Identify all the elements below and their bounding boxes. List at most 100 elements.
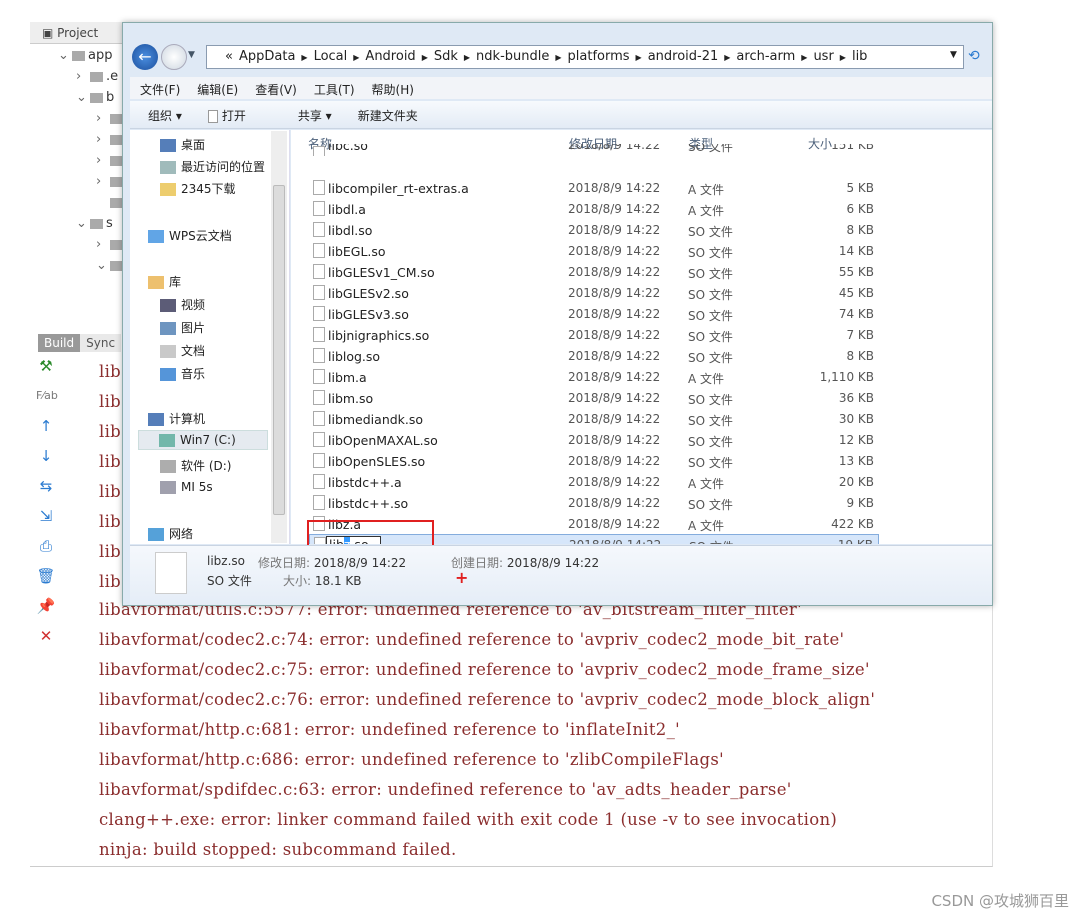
trash-icon[interactable]: 🗑 <box>36 566 56 586</box>
menu-edit[interactable]: 编辑(E) <box>197 83 238 97</box>
menu-view[interactable]: 查看(V) <box>255 83 297 97</box>
chevron-icon[interactable]: ⌄ <box>76 90 90 105</box>
breadcrumb-item[interactable]: « <box>225 49 233 64</box>
nav-item[interactable]: 图片 <box>160 319 205 336</box>
new-folder-button[interactable]: 新建文件夹 <box>358 109 418 123</box>
breadcrumb-item[interactable]: usr <box>813 49 833 64</box>
breadcrumb-item[interactable]: android-21 <box>648 49 719 64</box>
format-icon[interactable]: F⁄ab <box>36 386 58 406</box>
back-button[interactable]: ← <box>132 44 158 70</box>
file-row[interactable]: libEGL.so 2018/8/9 14:22 SO 文件 14 KB <box>309 241 879 261</box>
breadcrumb-item[interactable]: arch-arm <box>736 49 795 64</box>
nav-item[interactable]: 音乐 <box>160 365 205 382</box>
breadcrumb-arrow-icon[interactable]: ▶ <box>801 53 807 62</box>
chevron-icon[interactable]: › <box>96 111 110 126</box>
breadcrumb-item[interactable]: ndk-bundle <box>476 49 549 64</box>
breadcrumb-arrow-icon[interactable]: ▶ <box>301 53 307 62</box>
breadcrumb-arrow-icon[interactable]: ▶ <box>464 53 470 62</box>
chevron-icon[interactable]: › <box>96 174 110 189</box>
file-row[interactable]: libGLESv2.so 2018/8/9 14:22 SO 文件 45 KB <box>309 283 879 303</box>
computer-icon <box>148 413 164 426</box>
breadcrumb-item[interactable]: platforms <box>568 49 630 64</box>
nav-item[interactable]: 最近访问的位置 <box>160 158 265 175</box>
chevron-icon[interactable]: ⌄ <box>96 258 110 273</box>
menu-tools[interactable]: 工具(T) <box>314 83 355 97</box>
share-button[interactable]: 共享 ▾ <box>298 109 332 123</box>
wrap-icon[interactable]: ⇆ <box>36 476 56 496</box>
breadcrumb-item[interactable]: AppData <box>239 49 295 64</box>
tab-sync[interactable]: Sync <box>80 334 122 352</box>
chevron-icon[interactable]: › <box>96 153 110 168</box>
pin-icon[interactable]: 📌 <box>36 596 56 616</box>
address-bar[interactable]: « AppData ▶ Local ▶ Android ▶ Sdk ▶ ndk-bundle ▶ pl… <box>206 45 964 69</box>
project-tab[interactable]: ▣ Project <box>30 22 125 44</box>
address-dropdown-icon[interactable]: ▼ <box>950 50 957 60</box>
file-row[interactable]: libm.so 2018/8/9 14:22 SO 文件 36 KB <box>309 388 879 408</box>
arrow-up-icon[interactable]: ↑ <box>36 416 56 436</box>
chevron-icon[interactable]: › <box>76 69 90 84</box>
tree-item[interactable]: ⌄ b <box>76 90 114 105</box>
cursor-crosshair-icon: + <box>455 568 469 587</box>
file-row[interactable]: libjnigraphics.so 2018/8/9 14:22 SO 文件 7 KB <box>309 325 879 345</box>
menu-file[interactable]: 文件(F) <box>140 83 180 97</box>
print-icon[interactable]: ⎙ <box>36 536 56 556</box>
breadcrumb-item[interactable]: Local <box>314 49 348 64</box>
file-row[interactable]: libmediandk.so 2018/8/9 14:22 SO 文件 30 KB <box>309 409 879 429</box>
breadcrumb-arrow-icon[interactable]: ▶ <box>724 53 730 62</box>
forward-button[interactable] <box>161 44 187 70</box>
file-row[interactable]: libdl.a 2018/8/9 14:22 A 文件 6 KB <box>309 199 879 219</box>
refresh-icon[interactable]: ⟲ <box>968 48 980 64</box>
export-icon[interactable]: ⇲ <box>36 506 56 526</box>
chevron-icon[interactable]: ⌄ <box>58 48 72 63</box>
file-row[interactable]: libc.so 2018/8/9 14:22 SO 文件 151 KB <box>309 144 879 156</box>
breadcrumb-item[interactable]: Sdk <box>434 49 458 64</box>
organize-button[interactable]: 组织 ▾ <box>148 109 182 123</box>
file-row[interactable]: libGLESv1_CM.so 2018/8/9 14:22 SO 文件 55 KB <box>309 262 879 282</box>
tree-item[interactable]: ⌄ s <box>76 216 113 231</box>
file-row[interactable]: libcompiler_rt-extras.a 2018/8/9 14:22 A 文… <box>309 178 879 198</box>
nav-item[interactable]: WPS云文档 <box>148 227 232 244</box>
nav-item[interactable]: 桌面 <box>160 136 205 153</box>
arrow-down-icon[interactable]: ↓ <box>36 446 56 466</box>
console-line: lib <box>99 482 122 501</box>
tab-build[interactable]: Build <box>38 334 81 352</box>
breadcrumb-arrow-icon[interactable]: ▶ <box>422 53 428 62</box>
tree-item[interactable]: ⌄ app <box>58 48 112 63</box>
chevron-icon[interactable]: › <box>96 132 110 147</box>
menu-help[interactable]: 帮助(H) <box>372 83 414 97</box>
nav-item[interactable]: 库 <box>148 273 181 290</box>
nav-scrollbar-thumb[interactable] <box>273 185 285 515</box>
nav-item[interactable]: 计算机 <box>148 410 205 427</box>
open-button[interactable]: 打开 <box>207 109 272 123</box>
file-row[interactable]: libdl.so 2018/8/9 14:22 SO 文件 8 KB <box>309 220 879 240</box>
close-icon[interactable]: ✕ <box>36 626 56 646</box>
breadcrumb-arrow-icon[interactable]: ▶ <box>353 53 359 62</box>
file-row[interactable]: libm.a 2018/8/9 14:22 A 文件 1,110 KB <box>309 367 879 387</box>
history-dropdown-icon[interactable]: ▼ <box>188 50 195 60</box>
hammer-icon[interactable]: ⚒ <box>36 356 56 376</box>
breadcrumb-item[interactable]: lib <box>852 49 867 64</box>
chevron-icon[interactable]: ⌄ <box>76 216 90 231</box>
nav-item[interactable]: 网络 <box>148 525 193 542</box>
breadcrumb-arrow-icon[interactable]: ▶ <box>840 53 846 62</box>
file-row[interactable]: libGLESv3.so 2018/8/9 14:22 SO 文件 74 KB <box>309 304 879 324</box>
nav-item[interactable]: Win7 (C:) <box>138 430 268 450</box>
nav-item[interactable]: 文档 <box>160 342 205 359</box>
file-row[interactable]: libOpenMAXAL.so 2018/8/9 14:22 SO 文件 12 KB <box>309 430 879 450</box>
file-row[interactable]: libstdc++.so 2018/8/9 14:22 SO 文件 9 KB <box>309 493 879 513</box>
breadcrumb-arrow-icon[interactable]: ▶ <box>636 53 642 62</box>
recent-icon <box>160 161 176 174</box>
breadcrumb-item[interactable]: Android <box>365 49 415 64</box>
nav-item[interactable]: MI 5s <box>160 480 213 494</box>
nav-item[interactable]: 视频 <box>160 296 205 313</box>
chevron-icon[interactable]: › <box>96 237 110 252</box>
nav-item[interactable]: 2345下载 <box>160 180 236 197</box>
file-row[interactable]: libstdc++.a 2018/8/9 14:22 A 文件 20 KB <box>309 472 879 492</box>
breadcrumb-arrow-icon[interactable]: ▶ <box>555 53 561 62</box>
file-type: SO 文件 <box>688 144 733 154</box>
nav-item[interactable]: 软件 (D:) <box>160 457 231 474</box>
file-type: SO 文件 <box>688 288 733 302</box>
file-row[interactable]: libOpenSLES.so 2018/8/9 14:22 SO 文件 13 KB <box>309 451 879 471</box>
file-row[interactable]: liblog.so 2018/8/9 14:22 SO 文件 8 KB <box>309 346 879 366</box>
tree-item[interactable]: › .e <box>76 69 118 84</box>
